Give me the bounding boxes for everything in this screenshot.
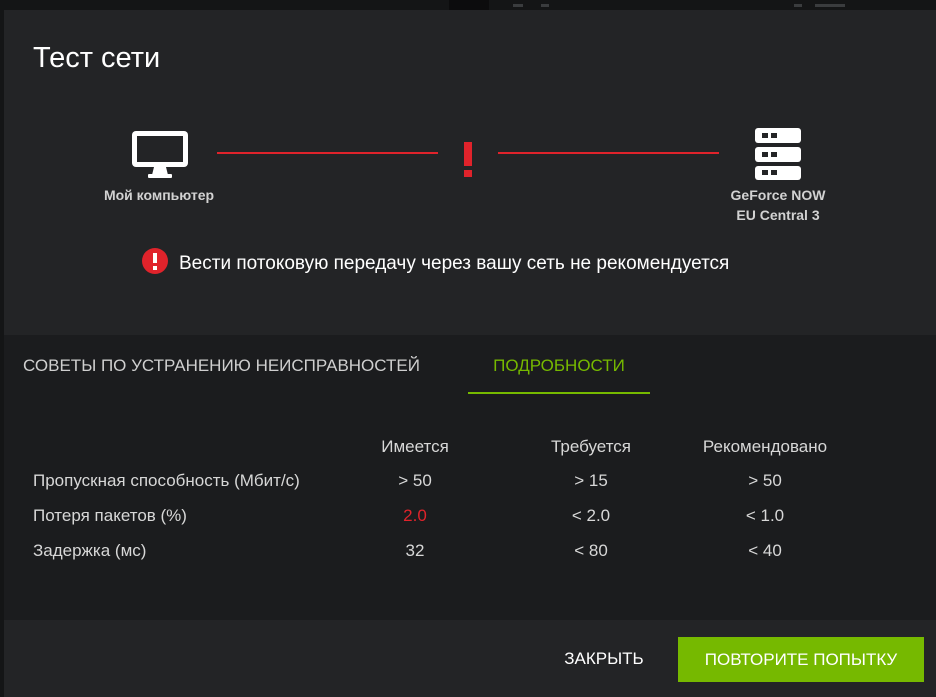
- cell-bandwidth-recommended: > 50: [748, 471, 782, 490]
- network-test-dialog: Тест сети Мой компьютер GeForce NOW EU C…: [4, 10, 936, 697]
- error-circle-icon: [142, 248, 168, 279]
- row-label-bandwidth: Пропускная способность (Мбит/с): [33, 471, 300, 490]
- source-label: Мой компьютер: [103, 187, 215, 203]
- column-header-required: Требуется: [550, 437, 631, 456]
- destination-label: GeForce NOW EU Central 3: [708, 185, 848, 225]
- connection-warning-icon: [462, 142, 474, 183]
- monitor-icon: [131, 130, 189, 185]
- background-fragment: [541, 4, 549, 7]
- destination-label-line1: GeForce NOW: [730, 187, 826, 203]
- column-header-available: Имеется: [381, 437, 449, 456]
- tab-troubleshooting-tips[interactable]: СОВЕТЫ ПО УСТРАНЕНИЮ НЕИСПРАВНОСТЕЙ: [23, 335, 420, 392]
- dialog-title: Тест сети: [33, 42, 161, 74]
- cell-latency-recommended: < 40: [748, 541, 782, 560]
- row-label-latency: Задержка (мс): [33, 541, 147, 560]
- tab-details[interactable]: ПОДРОБНОСТИ: [468, 335, 650, 394]
- cell-bandwidth-required: > 15: [574, 471, 608, 490]
- server-rack-icon: [754, 128, 802, 185]
- destination-label-line2: EU Central 3: [736, 207, 820, 223]
- background-fragment: [513, 4, 523, 7]
- cell-latency-available: 32: [405, 541, 425, 560]
- tab-bar: СОВЕТЫ ПО УСТРАНЕНИЮ НЕИСПРАВНОСТЕЙ ПОДР…: [4, 335, 936, 395]
- cell-bandwidth-available: > 50: [398, 471, 432, 490]
- connection-line-left: [217, 152, 438, 154]
- warning-text: Вести потоковую передачу через вашу сеть…: [179, 252, 730, 274]
- cell-packet-loss-required: < 2.0: [571, 506, 611, 525]
- network-warning: Вести потоковую передачу через вашу сеть…: [142, 248, 729, 279]
- dialog-footer: ЗАКРЫТЬ ПОВТОРИТЕ ПОПЫТКУ: [4, 620, 936, 697]
- cell-packet-loss-recommended: < 1.0: [745, 506, 785, 525]
- background-fragment: [815, 4, 845, 7]
- connection-line-right: [498, 152, 719, 154]
- close-button[interactable]: ЗАКРЫТЬ: [549, 636, 659, 681]
- cell-packet-loss-available: 2.0: [403, 506, 427, 525]
- row-label-packet-loss: Потеря пакетов (%): [33, 506, 187, 525]
- background-fragment: [794, 4, 802, 7]
- cell-latency-required: < 80: [574, 541, 608, 560]
- retry-button[interactable]: ПОВТОРИТЕ ПОПЫТКУ: [678, 637, 924, 682]
- background-window-strip: [449, 0, 489, 10]
- column-header-recommended: Рекомендовано: [702, 437, 828, 456]
- dialog-header-panel: Тест сети Мой компьютер GeForce NOW EU C…: [4, 10, 936, 335]
